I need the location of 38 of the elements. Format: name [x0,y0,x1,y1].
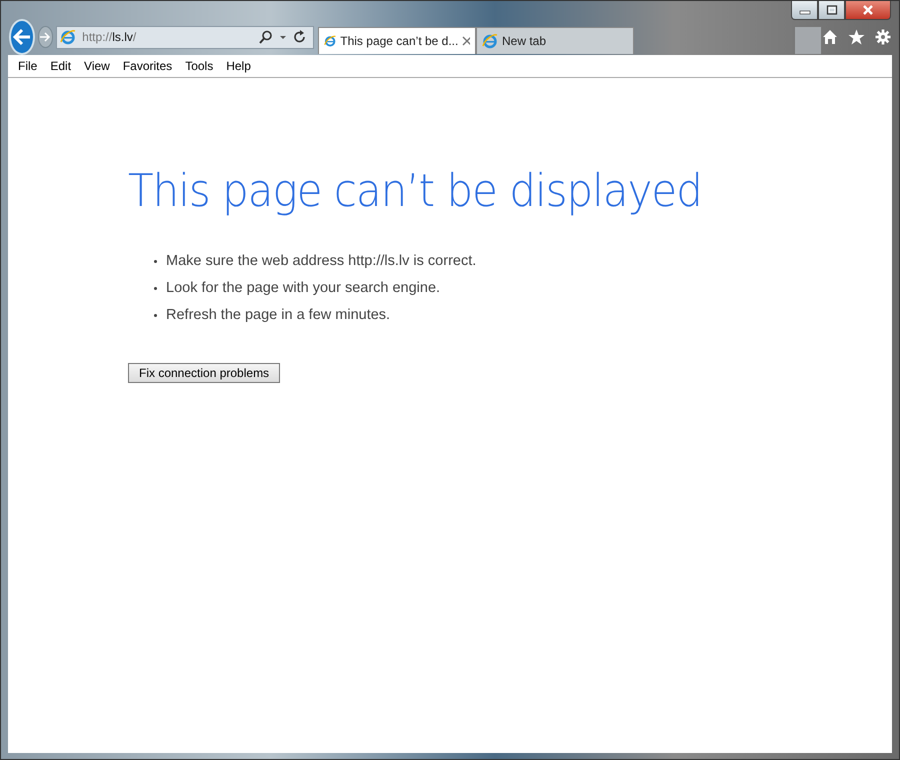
minimize-button[interactable] [791,1,818,20]
menu-item[interactable]: Tools [185,59,214,73]
browser-logo-icon [60,29,76,45]
browser-logo-icon [482,33,498,49]
error-heading: This page can’t be displayed [128,164,702,217]
close-icon [862,5,874,15]
tip-text: Refresh the page in a few minutes. [166,307,390,323]
browser-tab[interactable]: New tab [476,27,634,54]
url-text: http://ls.lv/ [82,30,138,44]
browser-logo-icon [324,33,336,49]
search-icon[interactable] [259,30,273,44]
back-arrow-icon [12,28,32,46]
star-icon[interactable] [848,29,865,45]
tip-text: Make sure the web address http://ls.lv is correct. [166,253,476,269]
maximize-icon [826,5,838,15]
home-icon[interactable] [822,29,838,45]
settings-icon[interactable] [875,29,891,45]
bullet-icon [154,260,157,262]
maximize-button[interactable] [818,1,845,20]
forward-arrow-icon [39,32,52,42]
tab-title: New tab [502,34,548,48]
menu-item[interactable]: Help [226,59,251,73]
menu-item[interactable]: View [84,59,110,73]
forward-button[interactable] [38,26,54,48]
bullet-icon [154,314,157,316]
menu-item[interactable]: File [18,59,38,73]
address-bar[interactable]: http://ls.lv/ [56,26,314,48]
close-tab-icon[interactable] [462,36,470,46]
close-button[interactable] [845,1,891,20]
browser-tab[interactable]: This page can’t be d... [318,27,476,54]
refresh-icon[interactable] [293,30,307,44]
tab-title: This page can’t be d... [340,34,458,48]
fix-connection-button[interactable]: Fix connection problems [128,363,280,383]
tip-text: Look for the page with your search engine. [166,280,440,296]
menu-item[interactable]: Favorites [122,59,172,73]
menu-item[interactable]: Edit [50,59,72,73]
bullet-icon [154,286,157,290]
back-button[interactable] [9,19,35,55]
